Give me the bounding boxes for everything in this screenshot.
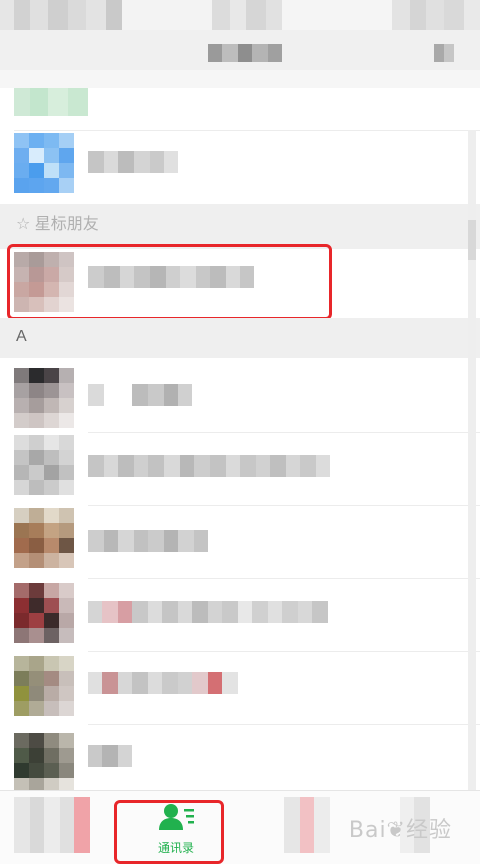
contact-name xyxy=(88,455,330,479)
avatar xyxy=(14,733,74,793)
status-bar xyxy=(0,0,480,30)
avatar xyxy=(14,508,74,568)
avatar xyxy=(14,656,74,716)
list-item[interactable] xyxy=(0,725,480,793)
title-bar-lower xyxy=(0,70,480,88)
watermark: Bai❦经验 xyxy=(348,818,452,843)
highlight-box-contact xyxy=(7,244,332,320)
contact-name xyxy=(88,530,208,552)
list-item[interactable] xyxy=(0,360,480,432)
starred-section-header: ☆ 星标朋友 xyxy=(0,204,480,249)
group-chats-item[interactable] xyxy=(0,131,480,204)
title-bar xyxy=(0,30,480,88)
a-section-header: A xyxy=(0,318,480,358)
tab-discover[interactable] xyxy=(284,797,330,853)
list-item[interactable] xyxy=(0,433,480,505)
add-contact-icon[interactable] xyxy=(434,44,454,62)
list-item[interactable] xyxy=(0,506,480,578)
contact-name xyxy=(88,384,192,406)
new-friends-icon xyxy=(14,88,88,116)
page-title xyxy=(208,44,282,62)
group-chats-icon xyxy=(14,133,74,193)
group-chats-label xyxy=(88,151,178,173)
tab-chats[interactable] xyxy=(14,797,90,853)
list-item[interactable] xyxy=(0,579,480,651)
highlight-box-contacts-tab xyxy=(114,800,224,864)
list-item[interactable] xyxy=(0,652,480,724)
scrollbar[interactable] xyxy=(468,130,476,790)
avatar xyxy=(14,368,74,428)
contact-name xyxy=(88,601,328,627)
scrollbar-thumb[interactable] xyxy=(468,220,476,260)
avatar xyxy=(14,583,74,643)
new-friends-item[interactable] xyxy=(0,88,480,130)
contact-name xyxy=(88,745,132,767)
contact-name xyxy=(88,672,238,698)
avatar xyxy=(14,435,74,495)
a-section-label: A xyxy=(16,328,27,345)
starred-section-label: ☆ 星标朋友 xyxy=(16,216,99,233)
